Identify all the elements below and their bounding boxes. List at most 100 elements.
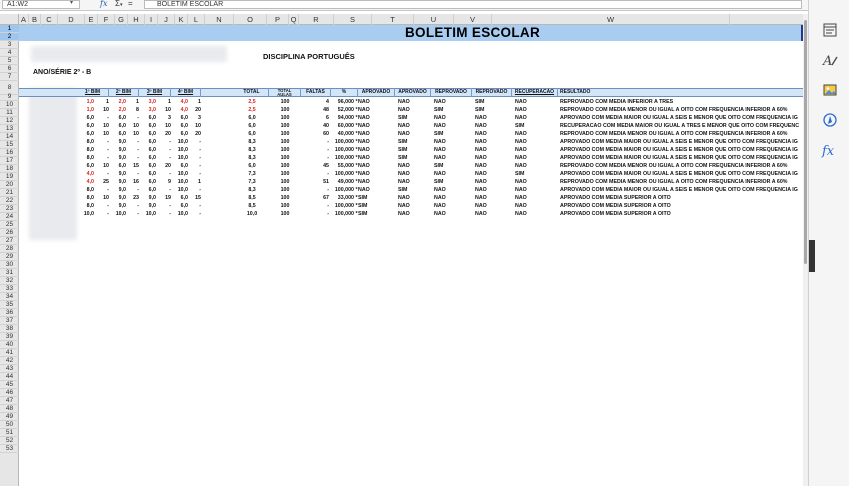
row-header-47[interactable]: 47 <box>0 397 19 405</box>
cell-ap2[interactable]: NAO <box>398 194 431 202</box>
header-resultado[interactable]: RESULTADO <box>558 88 803 97</box>
cell-n2[interactable]: 9,0 <box>109 154 126 162</box>
cell-n1[interactable]: 8,0 <box>77 146 94 154</box>
cell-n1[interactable]: 1,0 <box>77 106 94 114</box>
cell-f4[interactable]: 15 <box>188 194 201 202</box>
cell-f1[interactable]: - <box>94 202 109 210</box>
header-pct[interactable]: % <box>331 88 358 97</box>
cell-f2[interactable]: 10 <box>126 122 139 130</box>
cell-f3[interactable]: 19 <box>156 194 171 202</box>
cell-aulas[interactable]: 100 <box>269 138 301 146</box>
cell-f4[interactable]: - <box>188 138 201 146</box>
cell-ap2[interactable]: NAO <box>398 130 431 138</box>
cell-f1[interactable]: 10 <box>94 194 109 202</box>
cell-n4[interactable]: 6,0 <box>171 130 188 138</box>
cell-n3[interactable]: 6,0 <box>139 162 156 170</box>
cell-f3[interactable]: 1 <box>156 98 171 106</box>
cell-faltas[interactable]: 67 <box>301 194 329 202</box>
column-header-c[interactable]: C <box>41 14 58 25</box>
cell-pct[interactable]: 100,000 <box>331 146 354 154</box>
cell-res[interactable]: REPROVADO COM MEDIA INFERIOR A TRES <box>560 98 803 106</box>
cell-n2[interactable]: 6,0 <box>109 162 126 170</box>
cell-rp1[interactable]: SIM <box>434 162 472 170</box>
cell-total[interactable]: 6,0 <box>235 130 269 138</box>
cell-n4[interactable]: 10,0 <box>171 138 188 146</box>
cell-f2[interactable]: 16 <box>126 178 139 186</box>
cell-f4[interactable]: - <box>188 162 201 170</box>
header-b2[interactable]: 2º BIM <box>109 88 139 97</box>
cell-faltas[interactable]: - <box>301 210 329 218</box>
cell-ap1[interactable]: SIM <box>358 194 395 202</box>
cell-total[interactable]: 7,3 <box>235 170 269 178</box>
cell-ap1[interactable]: NAO <box>358 106 395 114</box>
cell-rec[interactable]: NAO <box>515 154 558 162</box>
cell-f3[interactable]: 3 <box>156 114 171 122</box>
cell-n3[interactable]: 9,0 <box>139 194 156 202</box>
cell-f4[interactable]: - <box>188 202 201 210</box>
table-row[interactable]: 6,0 10 6,0 15 6,0 20 6,0-6,0 100 45 55,000 * NAO NAO… <box>19 162 803 170</box>
cell-n4[interactable]: 6,0 <box>171 162 188 170</box>
cell-f3[interactable]: - <box>156 138 171 146</box>
cell-pct[interactable]: 60,000 <box>331 122 354 130</box>
cell-faltas[interactable]: 4 <box>301 98 329 106</box>
cell-f1[interactable]: 25 <box>94 178 109 186</box>
cell-f4[interactable]: 3 <box>188 114 201 122</box>
header-total[interactable]: TOTAL <box>235 88 269 97</box>
name-box-dropdown-icon[interactable]: ▾ <box>70 0 73 6</box>
column-header-h[interactable]: H <box>128 14 145 25</box>
cell-ap1[interactable]: SIM <box>358 202 395 210</box>
cell-total[interactable]: 8,3 <box>235 186 269 194</box>
cell-res[interactable]: REPROVADO COM MEDIA MENOR OU IGUAL A OIT… <box>560 162 803 170</box>
cell-n2[interactable]: 6,0 <box>109 114 126 122</box>
cell-faltas[interactable]: - <box>301 154 329 162</box>
cell-ap1[interactable]: NAO <box>358 178 395 186</box>
cell-ap1[interactable]: NAO <box>358 138 395 146</box>
cell-faltas[interactable]: - <box>301 186 329 194</box>
column-header-t[interactable]: T <box>372 14 414 25</box>
cell-faltas[interactable]: - <box>301 170 329 178</box>
cell-f1[interactable]: - <box>94 210 109 218</box>
cell-res[interactable]: APROVADO COM MEDIA SUPERIOR A OITO <box>560 194 803 202</box>
cell-n3[interactable]: 6,0 <box>139 122 156 130</box>
cell-n4[interactable]: 6,0 <box>171 194 188 202</box>
cell-total[interactable]: 2,5 <box>235 98 269 106</box>
cell-n1[interactable]: 1,0 <box>77 98 94 106</box>
cell-total[interactable]: 8,5 <box>235 202 269 210</box>
cell-aulas[interactable]: 100 <box>269 98 301 106</box>
cell-n2[interactable]: 9,0 <box>109 170 126 178</box>
cell-rec[interactable]: NAO <box>515 162 558 170</box>
cell-n2[interactable]: 10,0 <box>109 210 126 218</box>
cell-total[interactable]: 2,5 <box>235 106 269 114</box>
cell-faltas[interactable]: 45 <box>301 162 329 170</box>
cell-f1[interactable]: 10 <box>94 162 109 170</box>
table-row[interactable]: 8,0-9,0-9,0-6,0-8,5 100-100,000 * SIM NAO NAO… <box>19 202 803 210</box>
row-header-24[interactable]: 24 <box>0 213 19 221</box>
cell-rp1[interactable]: NAO <box>434 194 472 202</box>
column-header-b[interactable]: B <box>29 14 41 25</box>
formula-input[interactable]: BOLETIM ESCOLAR <box>144 0 802 9</box>
cell-res[interactable]: APROVADO COM MEDIA MAIOR OU IGUAL A SEIS… <box>560 154 803 162</box>
row-header-25[interactable]: 25 <box>0 221 19 229</box>
cell-rp1[interactable]: NAO <box>434 186 472 194</box>
cell-res[interactable]: RECUPERACAO COM MEDIA MAIOR OU IGUAL A T… <box>560 122 803 130</box>
cell-rp2[interactable]: NAO <box>475 114 512 122</box>
cell-f3[interactable]: - <box>156 186 171 194</box>
cell-f4[interactable]: - <box>188 186 201 194</box>
header-faltas[interactable]: FALTAS <box>301 88 331 97</box>
cell-rec[interactable]: SIM <box>515 122 558 130</box>
row-header-6[interactable]: 6 <box>0 65 19 73</box>
cell-n4[interactable]: 10,0 <box>171 210 188 218</box>
cell-rp2[interactable]: NAO <box>475 186 512 194</box>
scrollbar-thumb[interactable] <box>804 20 807 264</box>
cell-rec[interactable]: NAO <box>515 130 558 138</box>
formula-icon[interactable]: = <box>128 0 133 8</box>
cell-aulas[interactable]: 100 <box>269 162 301 170</box>
cell-faltas[interactable]: 60 <box>301 130 329 138</box>
cell-n4[interactable]: 10,0 <box>171 170 188 178</box>
table-row[interactable]: 1,0 1 2,0 1 3,0 1 4,0 1 2,5 100 4 96,000 * NAO NAO NAO S… <box>19 98 803 106</box>
cell-f4[interactable]: 20 <box>188 130 201 138</box>
table-row[interactable]: 10,0-10,0-10,0-10,0-10,0 100-100,000 * SIM N… <box>19 210 803 218</box>
cell-f3[interactable]: - <box>156 170 171 178</box>
row-header-28[interactable]: 28 <box>0 245 19 253</box>
cell-aulas[interactable]: 100 <box>269 146 301 154</box>
